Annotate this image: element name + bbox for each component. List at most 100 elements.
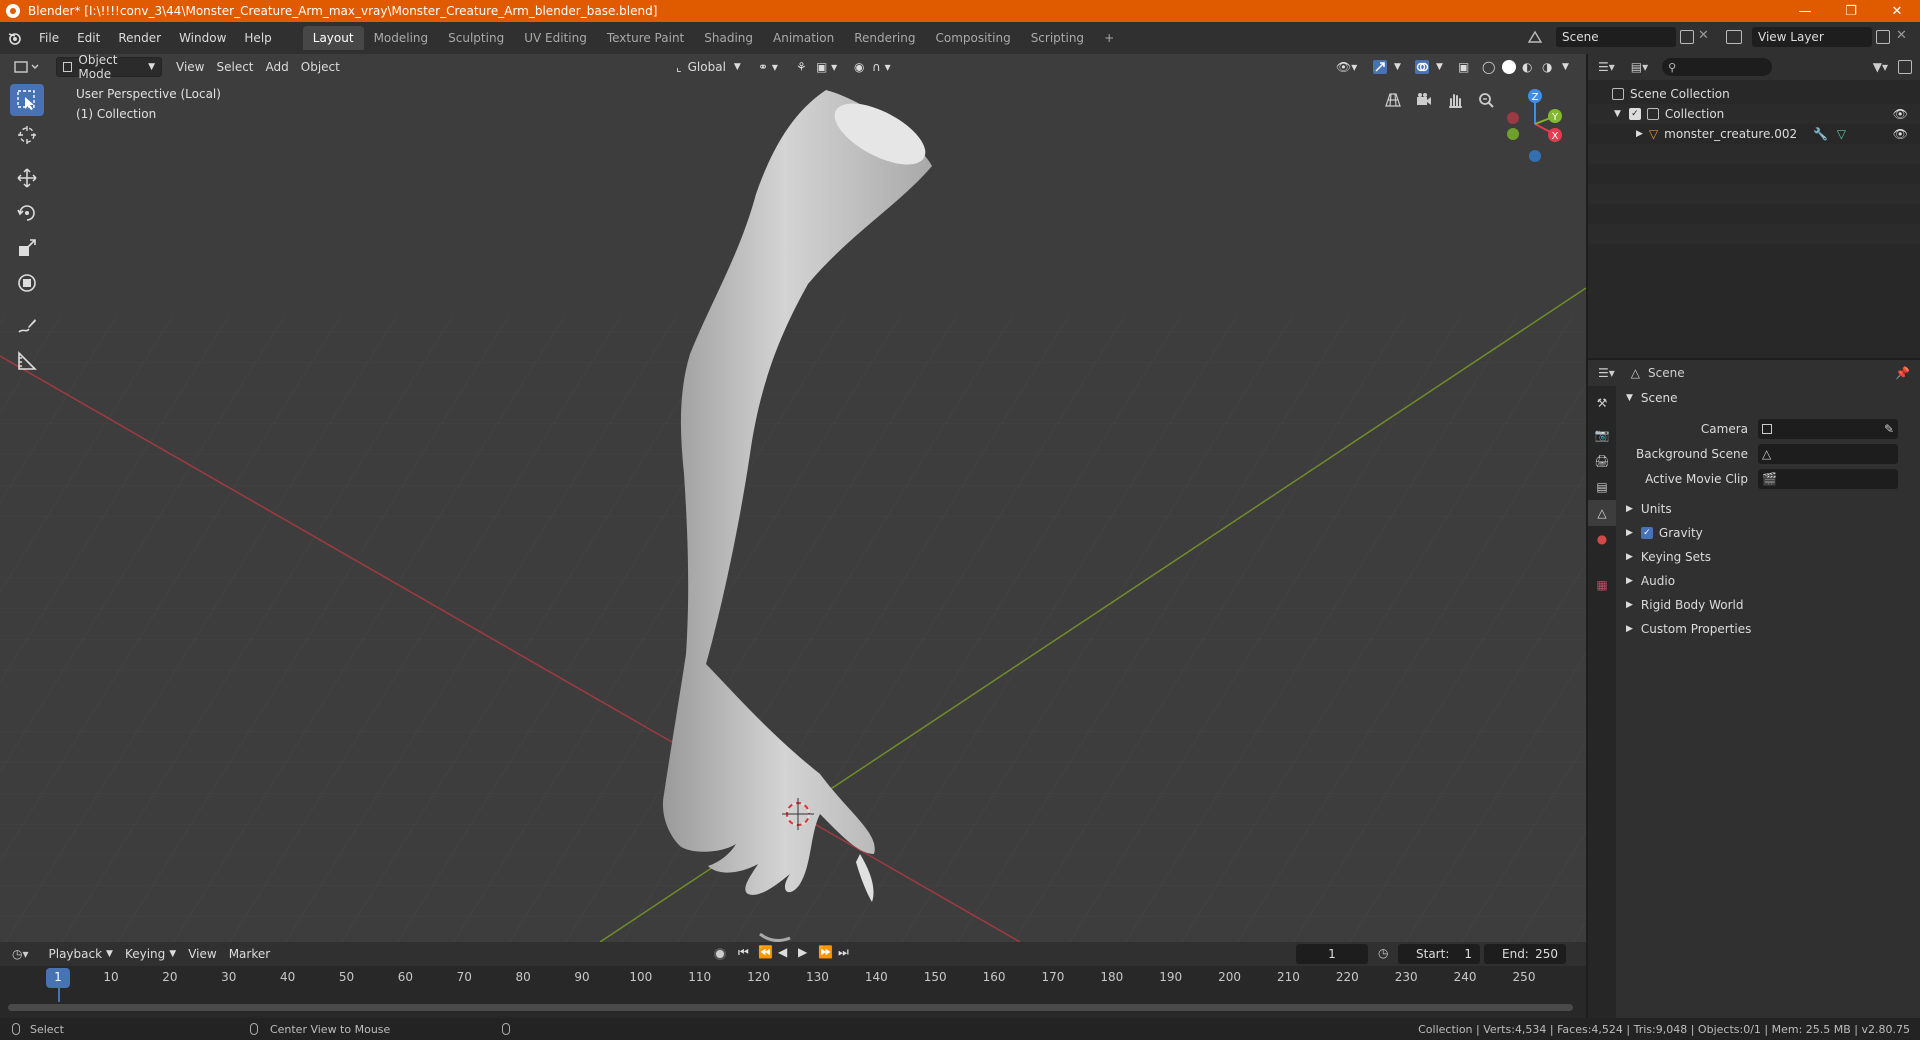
menu-add[interactable]: Add <box>260 57 295 77</box>
output-tab-icon[interactable]: 🖨 <box>1588 448 1616 474</box>
new-view-layer-icon[interactable] <box>1876 30 1890 44</box>
prev-keyframe-button[interactable]: ⏪ <box>758 945 773 959</box>
outliner-search-input[interactable]: ⚲ <box>1662 58 1773 76</box>
world-tab-icon[interactable]: ● <box>1588 526 1616 552</box>
editor-type-button[interactable] <box>8 57 46 77</box>
menu-window[interactable]: Window <box>170 26 235 50</box>
background-scene-field[interactable]: △ <box>1758 443 1898 464</box>
play-reverse-button[interactable]: ◀ <box>778 945 787 959</box>
tab-rendering[interactable]: Rendering <box>844 26 925 50</box>
tab-modeling[interactable]: Modeling <box>364 26 439 50</box>
menu-timeline-view[interactable]: View <box>182 944 222 964</box>
new-scene-icon[interactable] <box>1680 30 1694 44</box>
next-keyframe-button[interactable]: ⏩ <box>818 945 833 959</box>
select-box-tool[interactable] <box>10 84 44 116</box>
outliner-object-row[interactable]: ▶ ▽ monster_creature.002 🔧 ▽ 👁 <box>1588 124 1920 144</box>
scene-selector-icon[interactable] <box>1526 28 1544 49</box>
render-tab-icon[interactable]: 📷 <box>1588 422 1616 448</box>
rigid-body-world-subpanel[interactable]: ▶ Rigid Body World <box>1618 593 1920 617</box>
menu-playback[interactable]: Playback ▼ <box>43 944 119 964</box>
current-frame-field[interactable]: 1 <box>1296 944 1368 964</box>
camera-field[interactable]: ✎ <box>1758 418 1898 439</box>
cursor-tool[interactable] <box>10 119 44 151</box>
transform-orientation-dropdown[interactable]: ⌞ Global ▼ <box>670 57 747 77</box>
menu-keying[interactable]: Keying ▼ <box>119 944 182 964</box>
play-button[interactable]: ▶ <box>798 945 807 959</box>
3d-viewport[interactable]: Object Mode ▼ View Select Add Object ⌞ G… <box>0 54 1586 942</box>
remove-view-layer-icon[interactable]: ✕ <box>1896 28 1907 43</box>
remove-scene-icon[interactable]: ✕ <box>1698 28 1709 43</box>
tab-sculpting[interactable]: Sculpting <box>438 26 514 50</box>
modifier-wrench-icon[interactable]: 🔧 <box>1813 127 1828 141</box>
overlay-dropdown-icon[interactable]: ▼ <box>1430 57 1449 77</box>
tab-shading[interactable]: Shading <box>694 26 763 50</box>
mesh-data-icon[interactable]: ▽ <box>1837 127 1846 141</box>
blender-menu-icon[interactable] <box>0 30 30 46</box>
tab-compositing[interactable]: Compositing <box>925 26 1020 50</box>
view-layer-field[interactable]: View Layer <box>1752 27 1872 47</box>
view-layer-icon[interactable] <box>1726 30 1742 44</box>
menu-select[interactable]: Select <box>210 57 259 77</box>
shading-dropdown-icon[interactable]: ▼ <box>1556 57 1575 77</box>
annotate-tool[interactable] <box>10 310 44 342</box>
object-visibility-eye-icon[interactable]: 👁 <box>1893 127 1908 141</box>
preview-range-clock-icon[interactable]: ◷ <box>1378 946 1388 960</box>
pin-icon[interactable]: 📌 <box>1895 366 1910 380</box>
gizmo-dropdown-icon[interactable]: ▼ <box>1388 57 1407 77</box>
pivot-point-icon[interactable]: ⚭ ▾ <box>752 57 784 77</box>
active-movie-clip-field[interactable]: 🎬 <box>1758 468 1898 489</box>
menu-object[interactable]: Object <box>295 57 346 77</box>
mode-dropdown[interactable]: Object Mode ▼ <box>56 54 162 81</box>
jump-start-button[interactable]: ⏮ <box>738 945 749 960</box>
keying-sets-subpanel[interactable]: ▶ Keying Sets <box>1618 545 1920 569</box>
menu-marker[interactable]: Marker <box>223 944 276 964</box>
custom-properties-subpanel[interactable]: ▶ Custom Properties <box>1618 617 1920 641</box>
collection-visibility-eye-icon[interactable]: 👁 <box>1893 107 1908 121</box>
display-mode-icon[interactable]: ▤▾ <box>1631 60 1648 74</box>
view-layer-tab-icon[interactable]: ▤ <box>1588 474 1616 500</box>
record-button[interactable] <box>714 948 726 960</box>
scene-panel-header[interactable]: ▼ Scene <box>1618 386 1920 410</box>
tab-texture-paint[interactable]: Texture Paint <box>597 26 694 50</box>
maximize-button[interactable]: ❐ <box>1828 0 1874 22</box>
outliner-editor-type-icon[interactable]: ☰▾ <box>1598 60 1615 74</box>
menu-render[interactable]: Render <box>109 26 170 50</box>
start-frame-field[interactable]: Start: 1 <box>1398 944 1480 964</box>
pan-view-hand-icon[interactable] <box>1441 86 1469 114</box>
scale-tool[interactable] <box>10 232 44 264</box>
menu-help[interactable]: Help <box>235 26 280 50</box>
timeline-scrollbar[interactable] <box>8 1004 1573 1011</box>
expand-arrow-icon[interactable]: ▼ <box>1614 109 1621 119</box>
transform-tool[interactable] <box>10 267 44 299</box>
visibility-icon[interactable]: 👁▾ <box>1330 57 1363 77</box>
snap-target-icon[interactable]: ▣ ▾ <box>810 57 843 77</box>
add-workspace-button[interactable]: + <box>1094 26 1124 50</box>
jump-end-button[interactable]: ⏭ <box>838 945 849 960</box>
menu-view[interactable]: View <box>170 57 210 77</box>
filter-icon[interactable]: ▼▾ <box>1873 60 1888 74</box>
texture-tab-icon[interactable]: ▦ <box>1588 572 1616 598</box>
zoom-view-icon[interactable] <box>1472 86 1500 114</box>
axis-navigation-gizmo[interactable]: Z X Y <box>1500 84 1570 164</box>
falloff-icon[interactable]: ∩ ▾ <box>866 57 897 77</box>
expand-arrow-icon[interactable]: ▶ <box>1636 129 1643 139</box>
tab-uv-editing[interactable]: UV Editing <box>514 26 597 50</box>
tab-layout[interactable]: Layout <box>302 26 364 50</box>
xray-toggle-icon[interactable]: ▣ <box>1452 57 1475 77</box>
tab-scripting[interactable]: Scripting <box>1021 26 1094 50</box>
toggle-camera-grid-icon[interactable] <box>1379 86 1407 114</box>
outliner-collection-row[interactable]: ▼ ✓ Collection 👁 <box>1588 104 1920 124</box>
new-collection-icon[interactable] <box>1898 60 1912 74</box>
frame-ruler[interactable]: 1 10 20 30 40 50 60 70 80 90 100 110 120 130 140 150 160… <box>0 968 1586 1002</box>
audio-subpanel[interactable]: ▶ Audio <box>1618 569 1920 593</box>
minimize-button[interactable]: — <box>1782 0 1828 22</box>
tool-tab-icon[interactable]: ⚒ <box>1588 390 1616 416</box>
eyedropper-icon[interactable]: ✎ <box>1884 422 1894 436</box>
gravity-checkbox[interactable]: ✓ <box>1640 527 1653 539</box>
gravity-subpanel[interactable]: ▶ ✓ Gravity <box>1618 521 1920 545</box>
camera-view-icon[interactable] <box>1410 86 1438 114</box>
close-window-button[interactable]: ✕ <box>1874 0 1920 22</box>
measure-tool[interactable] <box>10 345 44 377</box>
tab-animation[interactable]: Animation <box>763 26 844 50</box>
move-tool[interactable] <box>10 162 44 194</box>
